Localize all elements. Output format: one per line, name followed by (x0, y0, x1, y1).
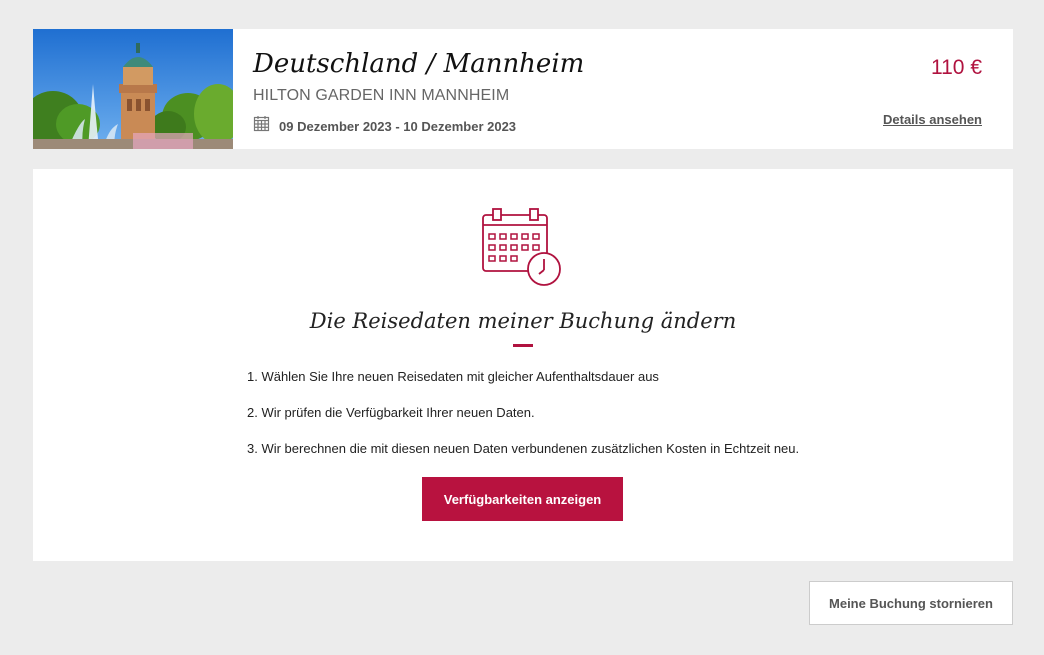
booking-dates: 09 Dezember 2023 - 10 Dezember 2023 (253, 115, 516, 137)
hotel-image (33, 29, 233, 149)
booking-summary-card: Deutschland / Mannheim HILTON GARDEN INN… (33, 29, 1013, 149)
show-availability-button[interactable]: Verfügbarkeiten anzeigen (422, 477, 623, 521)
list-item: 1. Wählen Sie Ihre neuen Reisedaten mit … (247, 369, 659, 384)
list-item: 3. Wir berechnen die mit diesen neuen Da… (247, 441, 800, 456)
panel-title: Die Reisedaten meiner Buchung ändern (309, 309, 737, 333)
change-dates-panel: Die Reisedaten meiner Buchung ändern 1. … (33, 169, 1013, 561)
hotel-name: HILTON GARDEN INN MANNHEIM (253, 87, 510, 104)
price: 110 € (931, 56, 982, 79)
calendar-clock-icon (481, 207, 565, 294)
dates-text: 09 Dezember 2023 - 10 Dezember 2023 (279, 118, 517, 134)
list-item: 2. Wir prüfen die Verfügbarkeit Ihrer ne… (247, 405, 535, 420)
steps-list: 1. Wählen Sie Ihre neuen Reisedaten mit … (247, 368, 799, 476)
calendar-icon (253, 115, 270, 137)
details-link[interactable]: Details ansehen (883, 112, 982, 127)
title-divider (513, 344, 533, 347)
cancel-booking-button[interactable]: Meine Buchung stornieren (809, 581, 1013, 625)
destination-title: Deutschland / Mannheim (253, 49, 585, 79)
